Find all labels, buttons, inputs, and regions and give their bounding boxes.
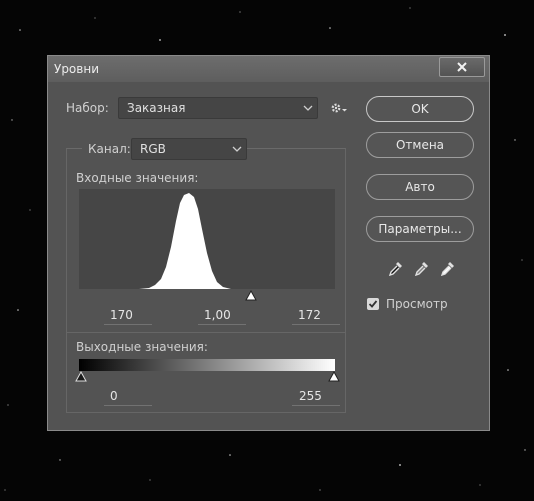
preset-select[interactable]: Заказная xyxy=(118,97,318,119)
input-gamma-underline xyxy=(198,324,246,325)
midtone-slider-handle[interactable] xyxy=(245,290,257,301)
cancel-button[interactable]: Отмена xyxy=(366,132,474,158)
levels-dialog: Уровни Набор: Заказная Канал: RGB Входны… xyxy=(47,55,490,431)
input-black-underline xyxy=(104,324,152,325)
channel-label: Канал: xyxy=(88,142,131,156)
auto-button[interactable]: Авто xyxy=(366,174,474,200)
input-gamma-value[interactable]: 1,00 xyxy=(204,308,231,322)
options-button[interactable]: Параметры... xyxy=(366,216,474,242)
preset-label: Набор: xyxy=(66,101,109,115)
output-white-underline xyxy=(292,405,340,406)
output-black-slider-handle[interactable] xyxy=(75,371,87,382)
input-levels-label: Входные значения: xyxy=(76,171,199,185)
chevron-down-icon xyxy=(303,105,313,111)
section-divider xyxy=(66,332,346,333)
channel-value: RGB xyxy=(140,142,166,156)
gear-icon[interactable] xyxy=(330,101,348,115)
channel-row: Канал: RGB xyxy=(82,136,247,161)
input-black-value[interactable]: 170 xyxy=(110,308,133,322)
white-point-eyedropper-icon[interactable] xyxy=(440,260,456,276)
input-white-underline xyxy=(292,324,340,325)
output-black-value[interactable]: 0 xyxy=(110,389,118,403)
output-gradient-bar xyxy=(79,359,335,371)
preset-value: Заказная xyxy=(127,101,186,115)
gray-point-eyedropper-icon[interactable] xyxy=(414,260,430,276)
channel-select[interactable]: RGB xyxy=(131,138,247,160)
histogram xyxy=(79,189,335,289)
title-bar[interactable]: Уровни xyxy=(48,56,489,82)
output-white-value[interactable]: 255 xyxy=(299,389,322,403)
dialog-title: Уровни xyxy=(54,62,99,76)
close-button[interactable] xyxy=(439,57,485,77)
output-black-underline xyxy=(104,405,152,406)
chevron-down-icon xyxy=(232,146,242,152)
output-levels-label: Выходные значения: xyxy=(76,340,208,354)
histogram-graph xyxy=(109,193,284,289)
checkmark-icon xyxy=(368,300,378,308)
preview-checkbox[interactable] xyxy=(367,298,379,310)
preview-label[interactable]: Просмотр xyxy=(386,297,448,311)
close-icon xyxy=(457,62,467,72)
input-white-value[interactable]: 172 xyxy=(298,308,321,322)
output-white-slider-handle[interactable] xyxy=(328,371,340,382)
ok-button[interactable]: OK xyxy=(366,96,474,122)
black-point-eyedropper-icon[interactable] xyxy=(388,260,404,276)
